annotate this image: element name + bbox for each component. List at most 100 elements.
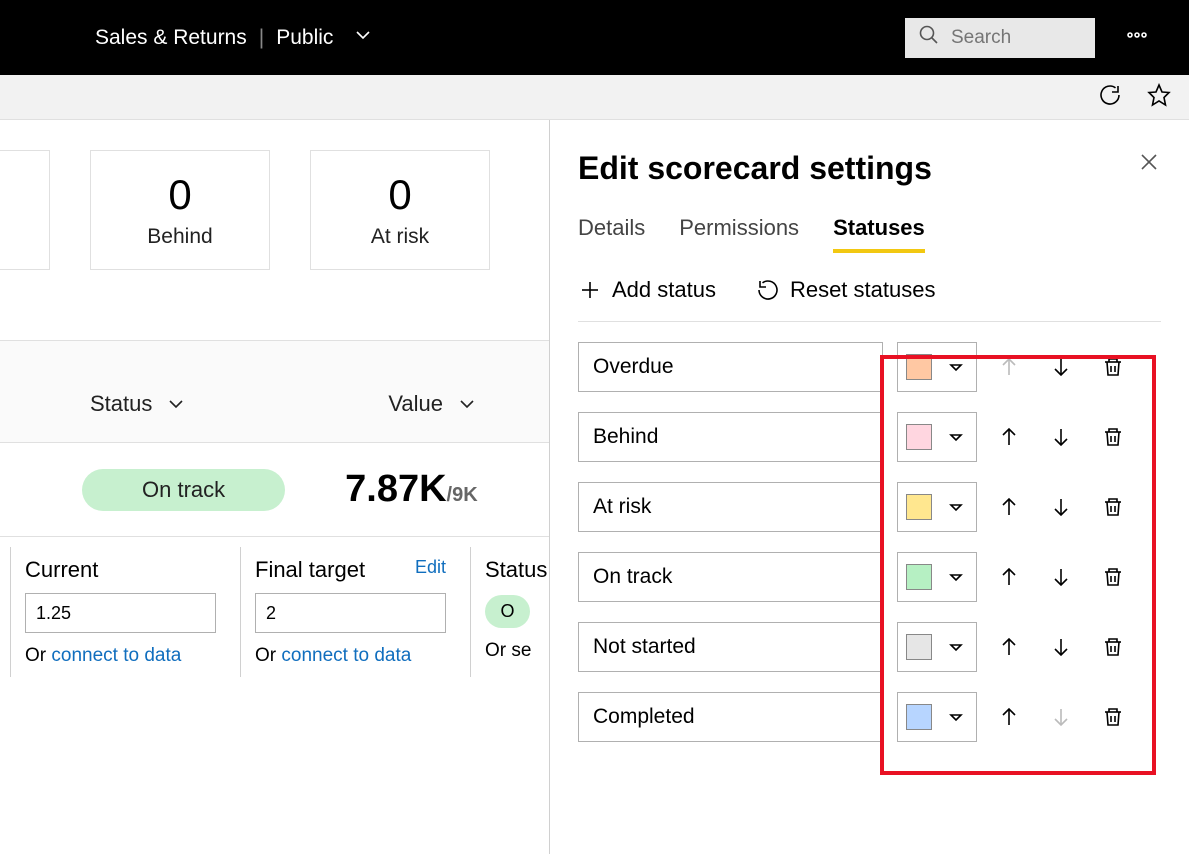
arrow-up-icon bbox=[997, 495, 1021, 519]
arrow-down-icon bbox=[1049, 355, 1073, 379]
color-swatch bbox=[906, 494, 932, 520]
status-name-input[interactable] bbox=[578, 552, 883, 602]
status-name-input[interactable] bbox=[578, 412, 883, 462]
color-swatch bbox=[906, 564, 932, 590]
move-up-button[interactable] bbox=[989, 627, 1029, 667]
final-target-column: Final target Edit Or connect to data bbox=[240, 547, 460, 677]
refresh-icon[interactable] bbox=[1098, 83, 1122, 112]
add-status-button[interactable]: Add status bbox=[578, 277, 716, 303]
trash-icon bbox=[1101, 355, 1125, 379]
status-row bbox=[578, 342, 1161, 392]
arrow-down-icon bbox=[1049, 565, 1073, 589]
move-up-button[interactable] bbox=[989, 487, 1029, 527]
arrow-down-icon bbox=[1049, 705, 1073, 729]
status-color-picker[interactable] bbox=[897, 482, 977, 532]
status-name-input[interactable] bbox=[578, 342, 883, 392]
current-value-input[interactable] bbox=[25, 593, 216, 633]
delete-status-button[interactable] bbox=[1093, 347, 1133, 387]
move-down-button[interactable] bbox=[1041, 347, 1081, 387]
color-swatch bbox=[906, 634, 932, 660]
delete-status-button[interactable] bbox=[1093, 417, 1133, 457]
caret-down-icon bbox=[944, 565, 968, 589]
stat-card[interactable]: 0 At risk bbox=[310, 150, 490, 270]
panel-actions: Add status Reset statuses bbox=[578, 277, 1161, 322]
arrow-up-icon bbox=[997, 425, 1021, 449]
status-label: Status bbox=[485, 557, 547, 583]
move-up-button[interactable] bbox=[989, 557, 1029, 597]
tab-permissions[interactable]: Permissions bbox=[679, 215, 799, 253]
edit-link[interactable]: Edit bbox=[415, 557, 446, 583]
move-up-button bbox=[989, 347, 1029, 387]
caret-down-icon bbox=[944, 495, 968, 519]
arrow-down-icon bbox=[1049, 635, 1073, 659]
status-column: Status O Or se bbox=[470, 547, 550, 677]
column-value[interactable]: Value bbox=[388, 391, 479, 417]
stat-label: Behind bbox=[147, 225, 212, 249]
status-name-input[interactable] bbox=[578, 482, 883, 532]
scope-label[interactable]: Public bbox=[276, 26, 333, 50]
caret-down-icon bbox=[944, 635, 968, 659]
status-color-picker[interactable] bbox=[897, 692, 977, 742]
current-value-column: Current Or connect to data bbox=[10, 547, 230, 677]
delete-status-button[interactable] bbox=[1093, 487, 1133, 527]
final-target-label: Final target bbox=[255, 557, 365, 583]
color-swatch bbox=[906, 704, 932, 730]
more-menu-icon[interactable] bbox=[1125, 23, 1149, 52]
delete-status-button[interactable] bbox=[1093, 627, 1133, 667]
move-down-button[interactable] bbox=[1041, 487, 1081, 527]
column-status-label: Status bbox=[90, 391, 152, 417]
favorite-star-icon[interactable] bbox=[1147, 83, 1171, 112]
or-select-text: Or se bbox=[485, 640, 531, 661]
caret-down-icon bbox=[944, 705, 968, 729]
status-list bbox=[578, 342, 1161, 742]
stat-card[interactable]: 0 Overdue bbox=[0, 150, 50, 270]
delete-status-button[interactable] bbox=[1093, 697, 1133, 737]
trash-icon bbox=[1101, 495, 1125, 519]
title-divider: | bbox=[259, 26, 264, 50]
tab-details[interactable]: Details bbox=[578, 215, 645, 253]
tab-statuses[interactable]: Statuses bbox=[833, 215, 925, 253]
connect-to-data-link[interactable]: connect to data bbox=[51, 645, 181, 666]
search-input[interactable] bbox=[951, 27, 1083, 49]
stat-value: 0 bbox=[388, 171, 411, 219]
connect-to-data-link[interactable]: connect to data bbox=[281, 645, 411, 666]
trash-icon bbox=[1101, 635, 1125, 659]
status-color-picker[interactable] bbox=[897, 622, 977, 672]
color-swatch bbox=[906, 354, 932, 380]
move-down-button[interactable] bbox=[1041, 627, 1081, 667]
goal-value: 7.87K/9K bbox=[345, 468, 478, 511]
column-status[interactable]: Status bbox=[90, 391, 188, 417]
chevron-down-icon bbox=[455, 392, 479, 416]
panel-tabs: Details Permissions Statuses bbox=[578, 215, 1161, 253]
status-color-picker[interactable] bbox=[897, 552, 977, 602]
settings-panel: Edit scorecard settings Details Permissi… bbox=[549, 120, 1189, 854]
scope-dropdown-icon[interactable] bbox=[351, 23, 375, 53]
delete-status-button[interactable] bbox=[1093, 557, 1133, 597]
status-pill-small[interactable]: O bbox=[485, 595, 530, 628]
status-color-picker[interactable] bbox=[897, 412, 977, 462]
move-down-button[interactable] bbox=[1041, 417, 1081, 457]
trash-icon bbox=[1101, 565, 1125, 589]
status-name-input[interactable] bbox=[578, 692, 883, 742]
move-down-button[interactable] bbox=[1041, 557, 1081, 597]
or-text: Or bbox=[255, 645, 281, 666]
final-target-input[interactable] bbox=[255, 593, 446, 633]
stat-card[interactable]: 0 Behind bbox=[90, 150, 270, 270]
search-box[interactable] bbox=[905, 18, 1095, 58]
arrow-up-icon bbox=[997, 355, 1021, 379]
status-color-picker[interactable] bbox=[897, 342, 977, 392]
trash-icon bbox=[1101, 705, 1125, 729]
stat-value: 0 bbox=[168, 171, 191, 219]
arrow-down-icon bbox=[1049, 495, 1073, 519]
status-row bbox=[578, 552, 1161, 602]
close-icon[interactable] bbox=[1137, 150, 1161, 180]
move-up-button[interactable] bbox=[989, 697, 1029, 737]
or-text: Or bbox=[25, 645, 51, 666]
status-name-input[interactable] bbox=[578, 622, 883, 672]
status-row bbox=[578, 412, 1161, 462]
move-up-button[interactable] bbox=[989, 417, 1029, 457]
reset-statuses-button[interactable]: Reset statuses bbox=[756, 277, 936, 303]
status-pill[interactable]: On track bbox=[82, 469, 285, 511]
reset-icon bbox=[756, 278, 780, 302]
caret-down-icon bbox=[944, 355, 968, 379]
